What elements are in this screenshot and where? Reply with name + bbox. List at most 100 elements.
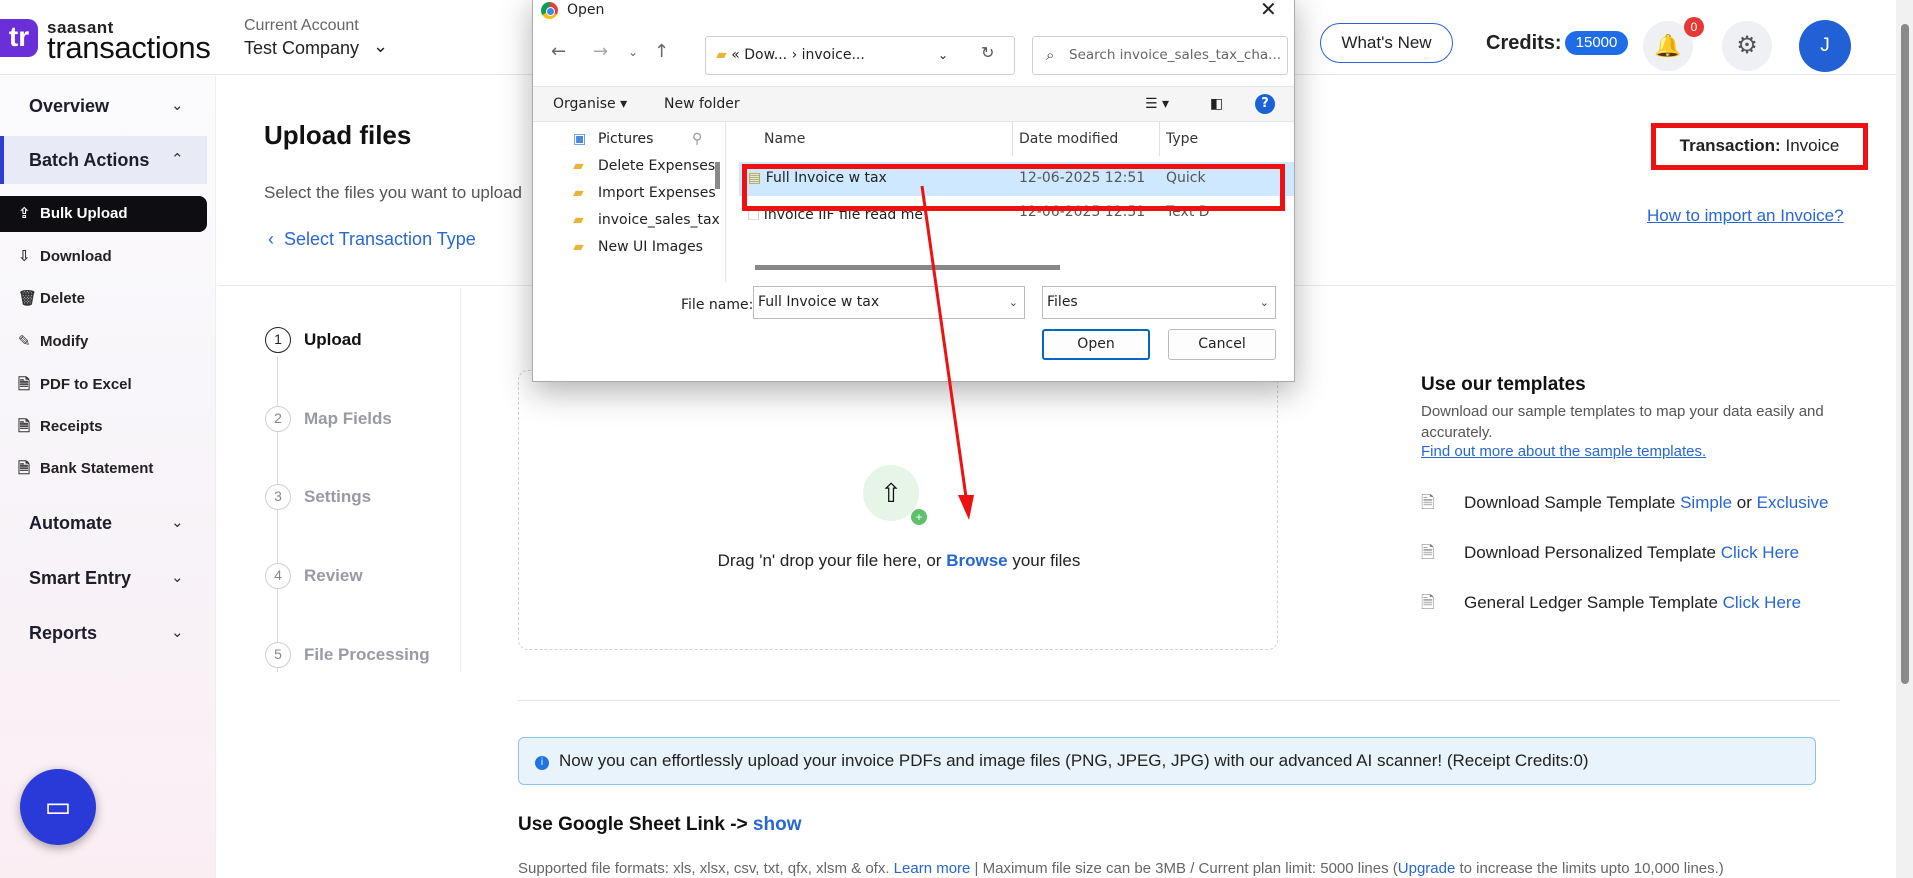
sidebar-item-download[interactable]: ⇩ Download [18,247,112,265]
new-folder-button[interactable]: New folder [664,96,740,112]
chevron-down-icon[interactable]: ⌄ [1260,287,1269,318]
file-list-hscrollbar[interactable] [755,265,1060,270]
file-name-input[interactable]: Full Invoice w tax ⌄ [753,286,1025,319]
step-number: 5 [265,642,291,668]
sidebar-item-delete[interactable]: 🗑 Delete [18,289,85,307]
step-file-processing: File Processing [304,645,430,664]
address-bar[interactable]: ▰ « Dow... › invoice... ⌄ [705,36,1015,75]
supported-formats-text: Supported file formats: xls, xlsx, csv, … [518,860,1898,877]
step-settings: Settings [304,487,372,506]
general-ledger-template-row: 🗎 General Ledger Sample Template Click He… [1421,590,1801,619]
info-icon: i [535,756,549,770]
select-transaction-type-link[interactable]: ‹ Select Transaction Type [268,229,476,250]
google-sheet-label: Use Google Sheet Link -> [518,814,753,835]
formats-end-text: to increase the limits upto 10,000 lines… [1455,860,1724,877]
gear-icon[interactable]: ⚙ [1722,21,1772,71]
learn-more-link[interactable]: Learn more [894,860,971,877]
account-selector[interactable]: Test Company [244,38,359,59]
help-icon[interactable]: ? [1255,94,1275,114]
tree-label: invoice_sales_tax [598,212,720,228]
address-segment[interactable]: invoice... [802,47,865,63]
sidebar: Overview ⌄ Batch Actions ⌃ ⇪ Bulk Upload … [0,76,216,878]
personalized-template-link[interactable]: Click Here [1721,543,1799,562]
sample-templates-link[interactable]: Find out more about the sample templates… [1421,443,1706,460]
document-icon: 🗎 [18,418,31,435]
view-options-icon[interactable]: ☰ ▾ [1145,96,1169,112]
file-dropzone[interactable]: ⇧ + Drag 'n' drop your file here, or Bro… [518,370,1278,650]
sidebar-label: Bulk Upload [40,205,128,222]
dialog-search-input[interactable]: ⌕ Search invoice_sales_tax_cha... [1032,36,1288,75]
dialog-titlebar: Open ✕ [533,0,1294,26]
sidebar-item-receipts[interactable]: 🗎 Receipts [18,416,103,441]
personalized-template-row: 🗎 Download Personalized Template Click He… [1421,540,1799,569]
tree-label: Delete Expenses [598,158,716,174]
page-subtitle: Select the files you want to upload [264,183,522,202]
sidebar-item-bulk-upload-label[interactable]: ⇪ Bulk Upload [18,204,128,222]
browse-link[interactable]: Browse [946,551,1007,570]
search-icon: ⌕ [1046,46,1055,64]
chevron-down-icon[interactable]: ⌄ [171,623,184,641]
cancel-button[interactable]: Cancel [1168,329,1276,360]
avatar[interactable]: J [1799,20,1851,72]
open-button[interactable]: Open [1042,329,1150,360]
chevron-down-icon[interactable]: ⌄ [1009,287,1018,318]
back-arrow-icon[interactable]: ← [551,41,566,62]
credits-badge: 15000 [1565,31,1628,55]
tree-item-invoice-sales-tax[interactable]: ▰ invoice_sales_tax [573,212,720,228]
sidebar-item-pdf-to-excel[interactable]: 🗎 PDF to Excel [18,374,132,399]
upgrade-link[interactable]: Upgrade [1398,860,1456,877]
pen-icon: ✎ [18,333,31,350]
refresh-icon[interactable]: ↻ [981,43,994,62]
folder-icon: ▰ [716,47,727,63]
column-header-name[interactable]: Name [764,131,805,147]
organise-menu[interactable]: Organise ▾ [553,96,627,112]
tree-label: Pictures [598,131,654,147]
whats-new-button[interactable]: What's New [1320,23,1453,63]
folder-icon: ▰ [573,212,584,228]
folder-icon: ▰ [573,239,584,255]
chevron-down-icon[interactable]: ⌄ [171,513,184,531]
column-header-type[interactable]: Type [1166,131,1198,147]
tree-item-pictures[interactable]: ▣ Pictures ⚲ [573,131,702,147]
exclusive-template-link[interactable]: Exclusive [1757,493,1829,512]
sidebar-item-modify[interactable]: ✎ Modify [18,332,88,350]
nav-automate[interactable]: Automate [29,513,112,534]
close-icon[interactable]: ✕ [1260,0,1277,21]
general-ledger-template-link[interactable]: Click Here [1723,593,1801,612]
tree-item-new-ui-images[interactable]: ▰ New UI Images [573,239,703,255]
step-upload: Upload [304,330,362,349]
file-type-select[interactable]: Files ⌄ [1042,286,1276,319]
tree-item-delete-expenses[interactable]: ▰ Delete Expenses [573,158,715,174]
simple-template-link[interactable]: Simple [1680,493,1732,512]
sidebar-item-bank-statement[interactable]: 🗎 Bank Statement [18,458,153,483]
recent-locations-icon[interactable]: ⌄ [628,45,638,59]
plus-icon: + [911,509,927,525]
nav-batch-actions[interactable]: Batch Actions [29,150,149,171]
nav-overview[interactable]: Overview [29,96,109,117]
nav-reports[interactable]: Reports [29,623,97,644]
address-segment[interactable]: Dow... [744,47,787,63]
sort-indicator-icon: ⌃ [883,122,893,129]
credits-label: Credits: [1486,32,1562,54]
preview-pane-icon[interactable]: ◧ [1210,96,1223,112]
tree-item-import-expenses[interactable]: ▰ Import Expenses [573,185,716,201]
transaction-indicator: Transaction: Invoice [1651,123,1868,170]
chevron-down-icon[interactable]: ⌄ [938,37,948,74]
column-separator [1159,122,1160,156]
tree-label: New UI Images [598,239,703,255]
dropzone-text: Drag 'n' drop your file here, or Browse … [519,551,1279,571]
nav-smart-entry[interactable]: Smart Entry [29,568,131,589]
chevron-up-icon[interactable]: ⌃ [171,150,184,168]
how-to-import-link[interactable]: How to import an Invoice? [1647,206,1844,226]
tree-scrollbar[interactable] [715,162,720,189]
forward-arrow-icon[interactable]: → [593,41,608,62]
google-sheet-show-link[interactable]: show [753,814,802,835]
chevron-down-icon[interactable]: ⌄ [373,36,388,57]
scrollbar-thumb[interactable] [1901,24,1909,684]
chat-icon[interactable]: ▭ [20,769,96,845]
column-header-date[interactable]: Date modified [1019,131,1118,147]
chevron-down-icon[interactable]: ⌄ [171,96,184,114]
sidebar-label: Receipts [40,418,103,435]
chevron-down-icon[interactable]: ⌄ [171,568,184,586]
up-arrow-icon[interactable]: ↑ [654,41,669,62]
